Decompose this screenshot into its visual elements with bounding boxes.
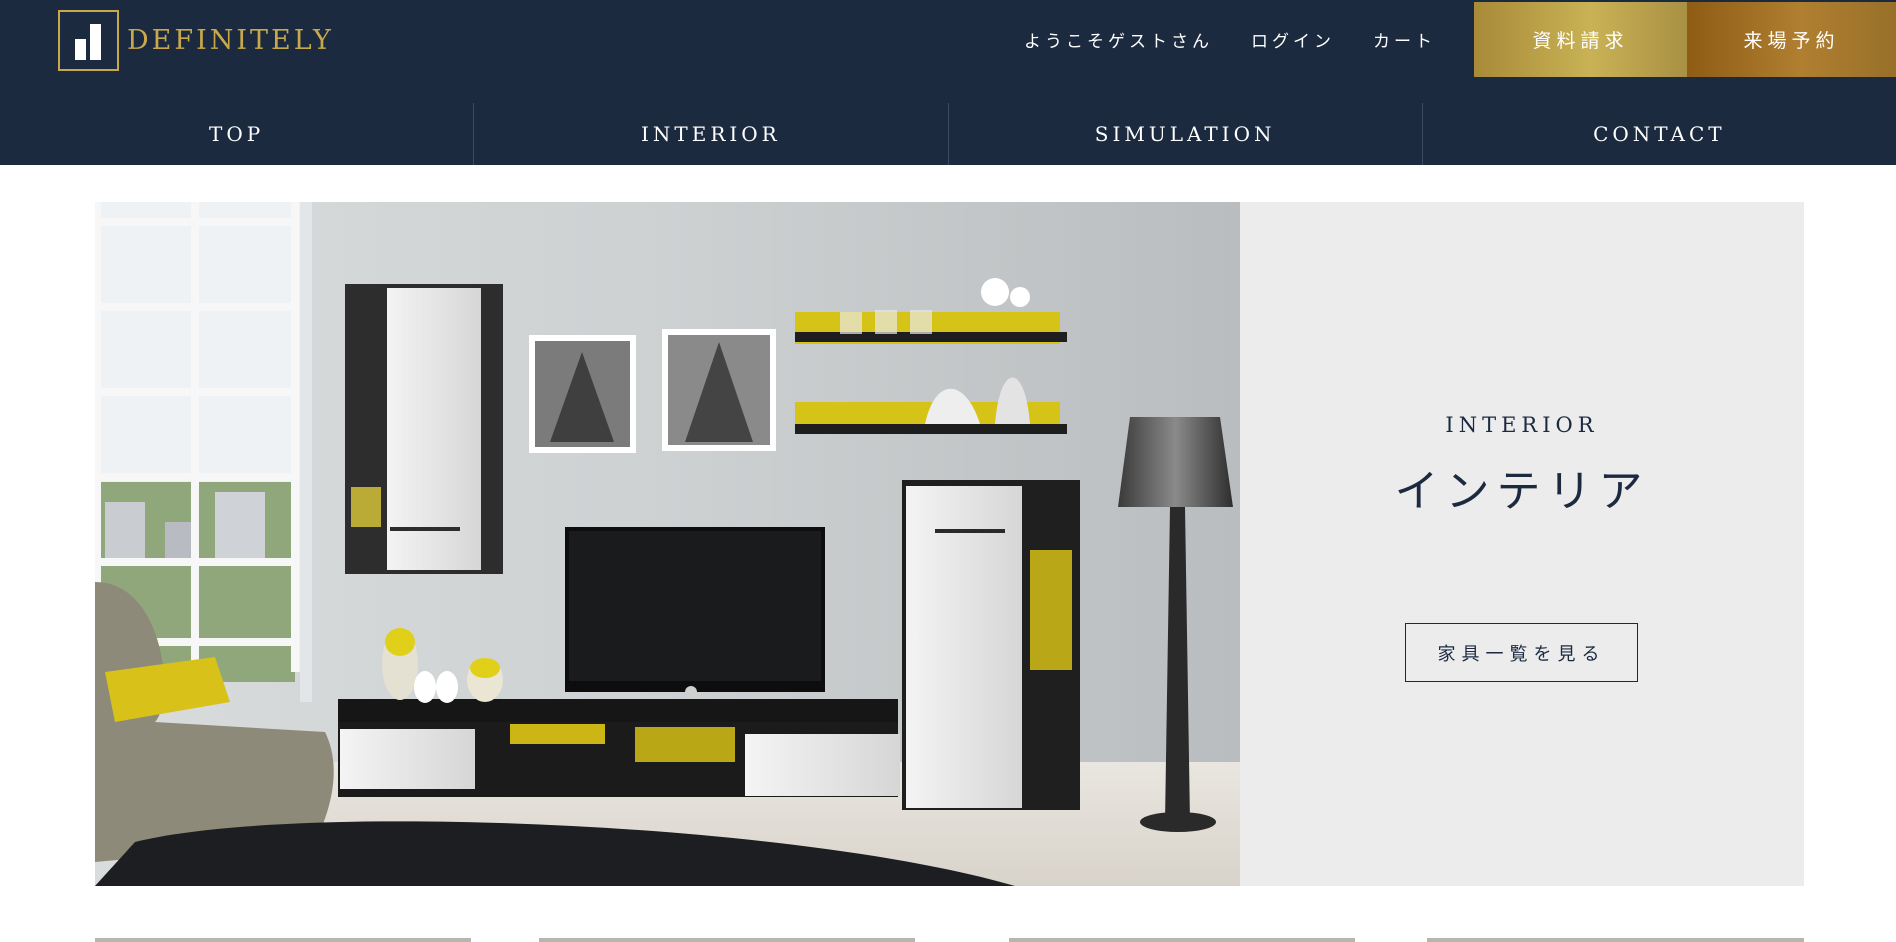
login-link[interactable]: ログイン (1251, 27, 1335, 52)
site-header: DEFINITELY ようこそゲストさん ログイン カート 資料請求 来場予約 … (0, 0, 1896, 165)
panel-category-en: INTERIOR (1445, 413, 1599, 437)
visit-booking-button[interactable]: 来場予約 (1687, 2, 1896, 77)
nav-item-interior[interactable]: INTERIOR (473, 103, 947, 165)
utility-links: ようこそゲストさん ログイン カート (1024, 24, 1436, 54)
request-docs-button[interactable]: 資料請求 (1474, 2, 1687, 77)
view-furniture-list-button[interactable]: 家具一覧を見る (1405, 623, 1638, 682)
thumbnail-item[interactable] (95, 938, 471, 942)
global-nav: TOP INTERIOR SIMULATION CONTACT (0, 103, 1896, 165)
nav-item-contact[interactable]: CONTACT (1421, 103, 1896, 165)
thumbnail-strip (95, 938, 1804, 942)
hero-living-room-image (95, 202, 1240, 886)
site-logo[interactable]: DEFINITELY (58, 9, 334, 71)
hero-info-panel: INTERIOR インテリア 家具一覧を見る (1240, 202, 1804, 886)
nav-item-top[interactable]: TOP (0, 103, 473, 165)
nav-item-simulation[interactable]: SIMULATION (947, 103, 1422, 165)
hero-section: INTERIOR インテリア 家具一覧を見る (95, 202, 1804, 886)
thumbnail-item[interactable] (539, 938, 915, 942)
logo-text: DEFINITELY (127, 24, 334, 56)
thumbnail-item[interactable] (1009, 938, 1355, 942)
logo-mark-icon (58, 9, 119, 71)
welcome-message: ようこそゲストさん (1024, 31, 1213, 52)
panel-category-ja: インテリア (1394, 466, 1650, 517)
thumbnail-item[interactable] (1427, 938, 1804, 942)
cart-link[interactable]: カート (1373, 27, 1436, 52)
